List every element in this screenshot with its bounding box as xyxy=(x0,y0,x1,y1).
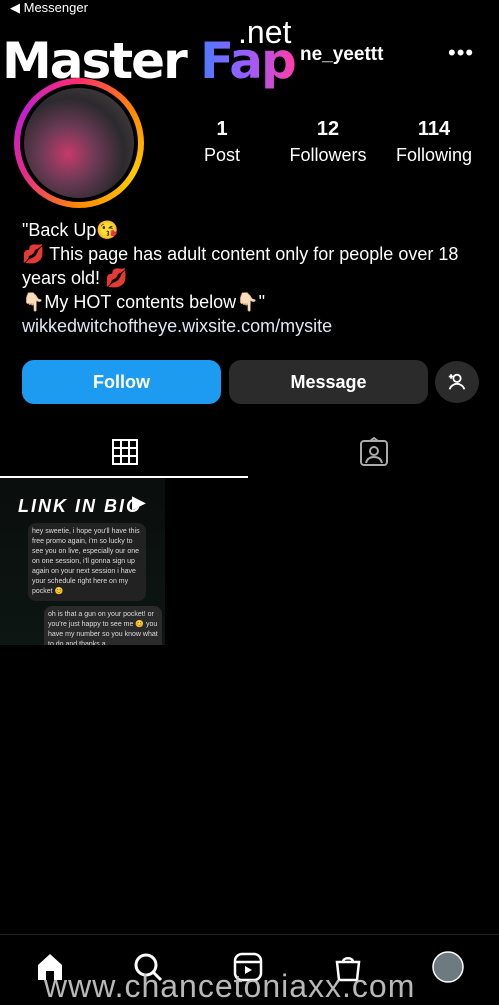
add-person-button[interactable] xyxy=(435,361,479,403)
post-message-bubble: hey sweetie, i hope you'll have this fre… xyxy=(28,523,146,601)
reel-icon: ▶ xyxy=(132,492,146,512)
avatar-image xyxy=(24,88,134,198)
watermark-net: .net xyxy=(238,14,292,50)
add-person-icon xyxy=(448,373,466,390)
bio-link[interactable]: wikkedwitchoftheye.wixsite.com/mysite xyxy=(22,314,482,338)
avatar[interactable] xyxy=(14,78,144,208)
back-to-messenger[interactable]: ◀ Messenger xyxy=(10,0,88,16)
bio-line: 👇🏻My HOT contents below👇🏻" xyxy=(22,292,265,312)
message-button[interactable]: Message xyxy=(229,360,428,404)
bio-line: 💋 This page has adult content only for p… xyxy=(22,244,459,288)
post-message-bubble: oh is that a gun on your pocket! or you'… xyxy=(44,606,162,645)
tab-grid[interactable] xyxy=(0,428,249,476)
stat-following[interactable]: 114 Following xyxy=(384,118,484,166)
post-title: LINK IN BIO xyxy=(18,496,142,516)
profile-tab-avatar[interactable] xyxy=(432,951,466,985)
profile-username: ne_yeettt xyxy=(300,44,384,65)
grid-icon xyxy=(111,439,138,465)
profile-header: Master Fap .net ne_yeettt ••• xyxy=(0,14,499,90)
watermark-url: www.chancetoniaxx.com xyxy=(44,968,416,1004)
profile-bio: "Back Up😘 💋 This page has adult content … xyxy=(22,218,482,338)
profile-tabs xyxy=(0,428,499,478)
stat-followers[interactable]: 12 Followers xyxy=(278,118,378,166)
post-thumbnail[interactable]: LINK IN BIO ▶ hey sweetie, i hope you'll… xyxy=(0,478,165,645)
bio-line: "Back Up😘 xyxy=(22,220,119,240)
more-icon[interactable]: ••• xyxy=(448,40,474,66)
follow-button[interactable]: Follow xyxy=(22,360,221,404)
stat-posts[interactable]: 1 Post xyxy=(172,118,272,166)
tagged-icon xyxy=(359,437,388,466)
tab-tagged[interactable] xyxy=(249,428,498,476)
